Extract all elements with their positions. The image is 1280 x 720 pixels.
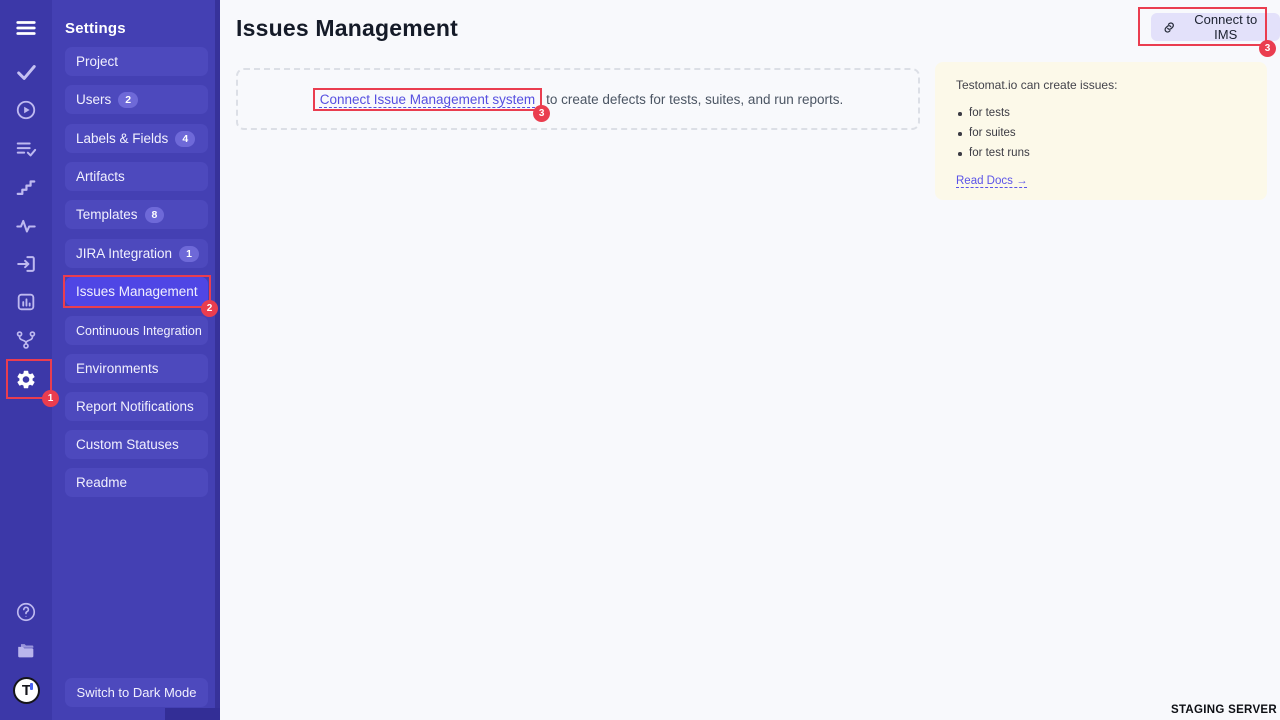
annotation-badge-3: 3: [533, 105, 550, 122]
tests-check-icon[interactable]: [15, 61, 37, 83]
sidebar-item-templates[interactable]: Templates8: [65, 200, 208, 229]
hamburger-menu-icon[interactable]: [15, 17, 37, 39]
link-chain-icon: [1162, 20, 1176, 35]
sidebar-item-users[interactable]: Users2: [65, 85, 208, 114]
item-badge: 4: [175, 131, 195, 147]
info-panel-title: Testomat.io can create issues:: [956, 78, 1246, 92]
switch-dark-mode-button[interactable]: Switch to Dark Mode: [65, 678, 208, 707]
test-plans-list-check-icon[interactable]: [15, 138, 37, 160]
help-question-icon[interactable]: [15, 601, 37, 623]
milestones-stairs-icon[interactable]: [15, 176, 37, 198]
annotation-badge-3-button: 3: [1259, 40, 1276, 57]
empty-state-text: Connect Issue Management system 3 to cre…: [313, 88, 844, 111]
connect-to-ims-button[interactable]: Connect to IMS: [1151, 13, 1280, 41]
info-panel: Testomat.io can create issues: for tests…: [935, 62, 1267, 200]
sidebar-title: Settings: [65, 20, 126, 37]
reports-bar-chart-icon[interactable]: [15, 291, 37, 313]
item-badge: 1: [179, 246, 199, 262]
sidebar-item-readme[interactable]: Readme: [65, 468, 208, 497]
item-badge: 2: [118, 92, 138, 108]
sidebar-item-report-notifications[interactable]: Report Notifications: [65, 392, 208, 421]
connect-issue-management-link[interactable]: Connect Issue Management system: [320, 92, 535, 107]
sidebar-item-labels-fields[interactable]: Labels & Fields4: [65, 124, 208, 153]
bottom-dark-strip: [165, 708, 220, 720]
sidebar-scrollbar[interactable]: [215, 0, 220, 720]
main-content: Issues Management Connect to IMS Connect…: [220, 0, 1280, 720]
sidebar-item-custom-statuses[interactable]: Custom Statuses: [65, 430, 208, 459]
analytics-pulse-icon[interactable]: [15, 215, 37, 237]
annotation-box-link: Connect Issue Management system 3: [313, 88, 542, 111]
sidebar-item-jira-integration[interactable]: JIRA Integration1: [65, 239, 208, 268]
settings-gear-icon[interactable]: [15, 368, 37, 390]
sidebar-item-project[interactable]: Project: [65, 47, 208, 76]
projects-folder-icon[interactable]: [15, 640, 37, 662]
sidebar-item-issues-management[interactable]: Issues Management: [65, 277, 208, 306]
list-item: for suites: [956, 127, 1246, 139]
empty-state-box: Connect Issue Management system 3 to cre…: [236, 68, 920, 130]
info-bullet-list: for tests for suites for test runs: [956, 107, 1246, 159]
annotation-badge-1: 1: [42, 390, 59, 407]
annotation-badge-2: 2: [201, 300, 218, 317]
sidebar-item-artifacts[interactable]: Artifacts: [65, 162, 208, 191]
list-item: for test runs: [956, 147, 1246, 159]
read-docs-link[interactable]: Read Docs →: [956, 175, 1028, 187]
sidebar-item-environments[interactable]: Environments: [65, 354, 208, 383]
list-item: for tests: [956, 107, 1246, 119]
staging-server-label: STAGING SERVER: [1171, 704, 1277, 716]
branches-fork-icon[interactable]: [15, 329, 37, 351]
import-sign-in-icon[interactable]: [15, 253, 37, 275]
item-badge: 8: [145, 207, 165, 223]
runs-play-icon[interactable]: [15, 99, 37, 121]
icon-rail: T: [0, 0, 52, 720]
page-title: Issues Management: [236, 15, 458, 42]
settings-sidebar: Settings Project Users2 Labels & Fields4…: [52, 0, 220, 720]
testomat-logo[interactable]: T: [13, 677, 40, 704]
logo-accent: [30, 683, 33, 690]
sidebar-item-continuous-integration[interactable]: Continuous Integration: [65, 316, 208, 345]
